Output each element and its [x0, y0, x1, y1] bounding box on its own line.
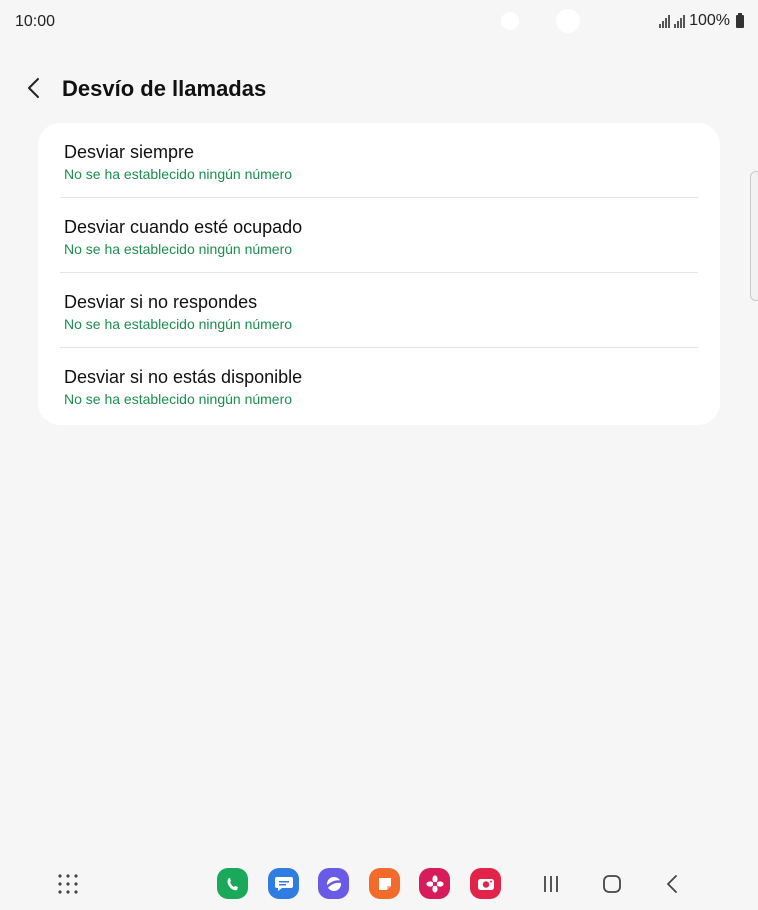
planet-icon [325, 876, 341, 891]
option-subtitle: No se ha establecido ningún número [64, 316, 293, 332]
option-subtitle: No se ha establecido ningún número [64, 391, 293, 407]
messages-app-icon[interactable] [268, 868, 299, 899]
phone-app-icon[interactable] [217, 868, 248, 899]
battery-icon [736, 12, 744, 28]
navigation-bar [0, 858, 758, 910]
phone-icon [227, 877, 238, 890]
flower-icon [425, 874, 444, 893]
option-subtitle: No se ha establecido ningún número [64, 166, 293, 182]
option-forward-when-unanswered[interactable]: Desviar si no respondes No se ha estable… [38, 273, 720, 348]
note-icon [378, 877, 391, 890]
battery-percent: 100% [689, 12, 730, 29]
camera-app-icon[interactable] [470, 868, 501, 899]
option-forward-when-unreachable[interactable]: Desviar si no estás disponible No se ha … [38, 348, 720, 423]
option-title: Desviar cuando esté ocupado [64, 217, 303, 237]
chat-bubble-icon [274, 876, 293, 891]
home-button[interactable] [599, 871, 625, 897]
camera-dot [501, 12, 519, 30]
option-always-forward[interactable]: Desviar siempre No se ha establecido nin… [38, 123, 720, 198]
internet-app-icon[interactable] [318, 868, 349, 899]
camera-icon [477, 878, 494, 890]
option-title: Desviar siempre [64, 142, 195, 162]
signal-icon [674, 14, 686, 28]
recents-button[interactable] [538, 871, 564, 897]
nav-back-button[interactable] [659, 871, 685, 897]
forwarding-options-card: Desviar siempre No se ha establecido nin… [38, 123, 720, 425]
apps-grid-icon[interactable] [57, 873, 79, 895]
camera-dot [556, 9, 580, 33]
page-title: Desvío de llamadas [62, 76, 267, 101]
back-icon [667, 875, 677, 893]
status-time: 10:00 [15, 13, 56, 30]
option-forward-when-busy[interactable]: Desviar cuando esté ocupado No se ha est… [38, 198, 720, 273]
option-title: Desviar si no estás disponible [64, 367, 303, 387]
chevron-left-icon [28, 78, 39, 98]
signal-icon [659, 14, 671, 28]
gallery-app-icon[interactable] [419, 868, 450, 899]
apps-grid-icon-glyph [58, 874, 78, 894]
status-bar: 10:00 100% [0, 0, 758, 44]
recents-icon [544, 876, 558, 892]
option-title: Desviar si no respondes [64, 292, 258, 312]
option-subtitle: No se ha establecido ningún número [64, 241, 293, 257]
app-header: Desvío de llamadas [0, 66, 758, 110]
back-button[interactable] [20, 74, 48, 102]
notes-app-icon[interactable] [369, 868, 400, 899]
status-indicators: 100% [659, 12, 744, 30]
home-icon [603, 875, 621, 893]
edge-panel-handle[interactable] [750, 171, 758, 301]
